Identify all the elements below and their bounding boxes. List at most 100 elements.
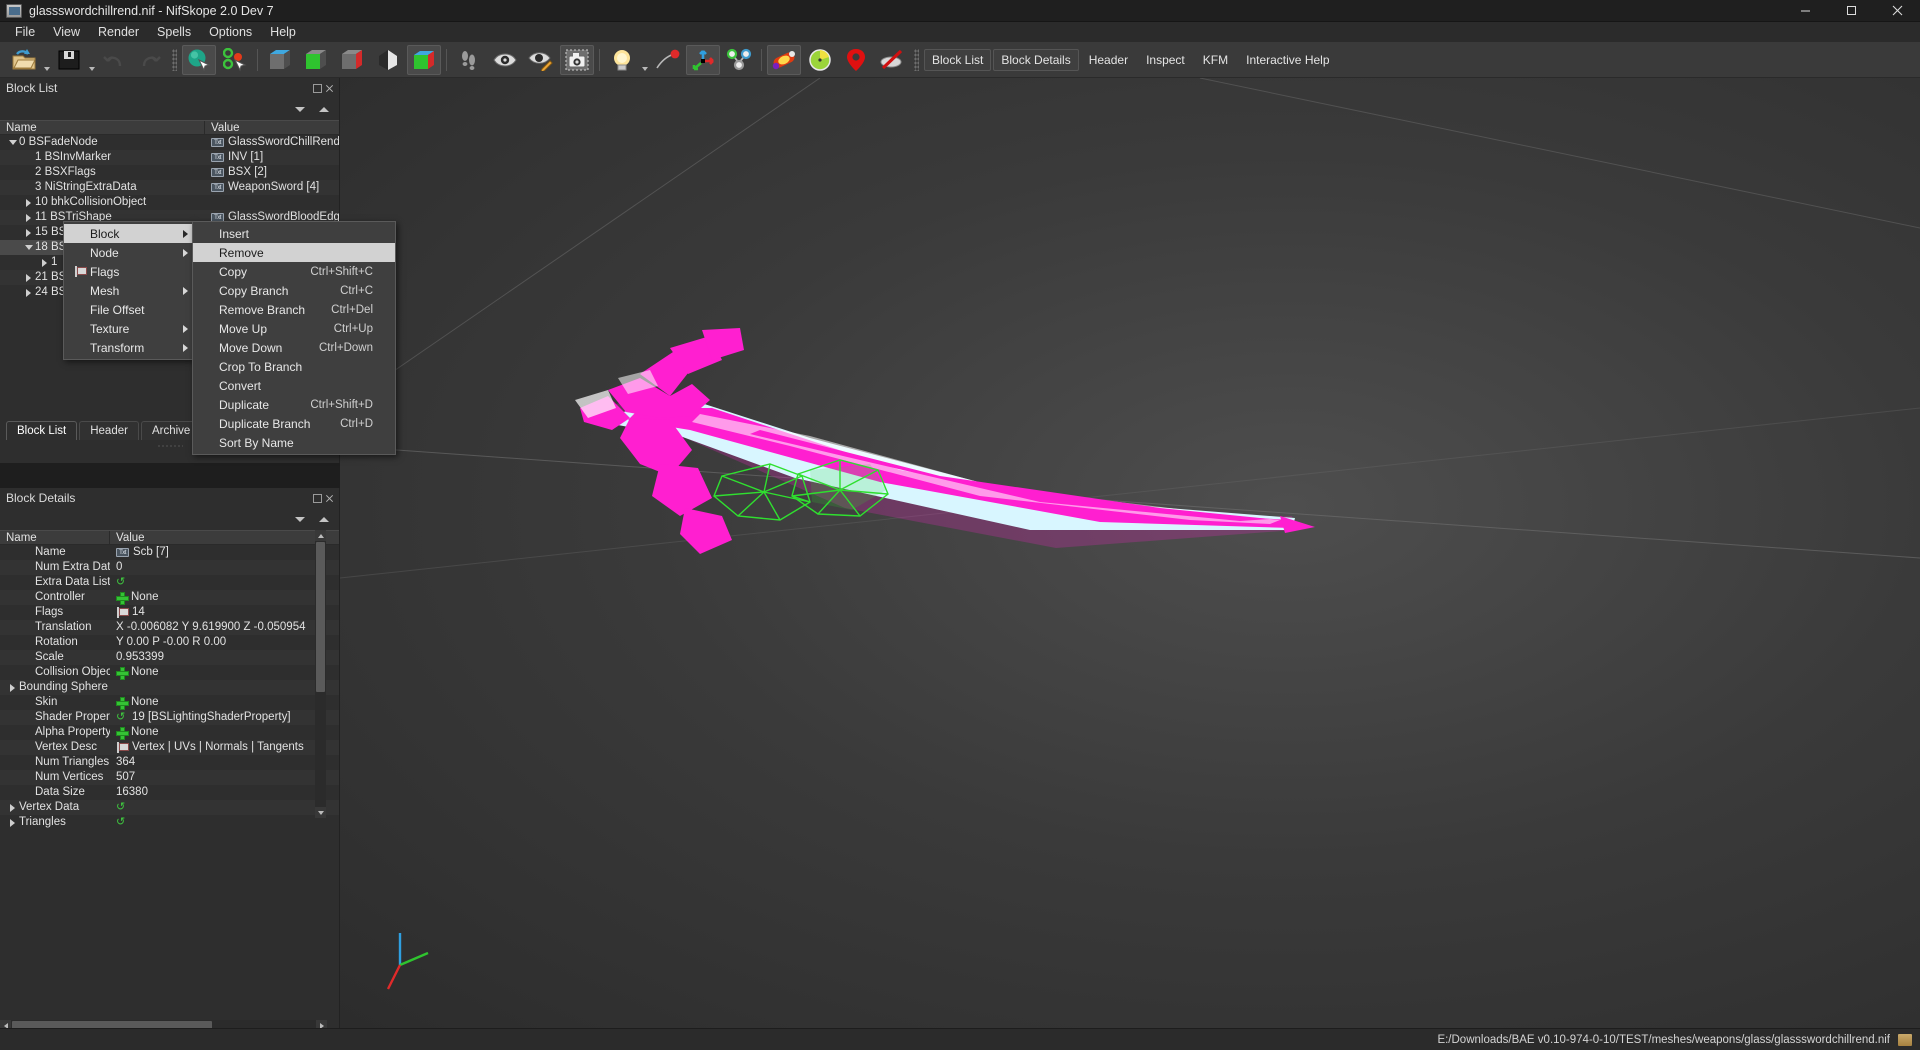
undo-icon[interactable]	[97, 45, 131, 75]
ctxsub-copy[interactable]: Copy Ctrl+Shift+C	[193, 262, 395, 281]
ctxsub-copy-branch[interactable]: Copy Branch Ctrl+C	[193, 281, 395, 300]
block-details-row[interactable]: Extra Data List ↺	[0, 575, 339, 590]
nodes-icon[interactable]	[722, 45, 756, 75]
view-user-icon[interactable]	[407, 44, 441, 75]
block-context-menu[interactable]: Block Node Flags Mesh File Offset Texture Tran…	[63, 221, 193, 360]
expand-toggle-icon[interactable]	[38, 258, 51, 267]
ctxsub-crop-to-branch[interactable]: Crop To Branch	[193, 357, 395, 376]
block-details-row[interactable]: Num Triangles 364	[0, 755, 339, 770]
block-details-close-icon[interactable]	[325, 494, 334, 503]
lighting-icon[interactable]	[605, 45, 639, 75]
block-details-row[interactable]: Rotation Y 0.00 P -0.00 R 0.00	[0, 635, 339, 650]
toolbar-grip-2[interactable]	[914, 48, 919, 71]
block-list-row[interactable]: 1 BSInvMarker Txt INV [1]	[0, 150, 339, 165]
block-details-row[interactable]: Collision Object None	[0, 665, 339, 680]
expand-toggle-icon[interactable]	[6, 683, 19, 692]
ctx-node[interactable]: Node	[64, 243, 192, 262]
ctx-texture[interactable]: Texture	[64, 319, 192, 338]
ctxsub-move-up[interactable]: Move Up Ctrl+Up	[193, 319, 395, 338]
expand-toggle-icon[interactable]	[22, 288, 35, 297]
select-multi-icon[interactable]	[218, 45, 252, 75]
collapse-toggle-icon[interactable]	[22, 245, 35, 250]
block-details-row[interactable]: Shader Property ↺ 19 [BSLightingShaderProp…	[0, 710, 339, 725]
collapse-all-icon[interactable]	[319, 106, 329, 112]
ctxsub-remove-branch[interactable]: Remove Branch Ctrl+Del	[193, 300, 395, 319]
toolbar-kfm-button[interactable]: KFM	[1195, 49, 1236, 71]
expand-toggle-icon[interactable]	[22, 198, 35, 207]
axes-icon[interactable]	[686, 44, 720, 75]
menu-file[interactable]: File	[6, 23, 44, 41]
block-details-row[interactable]: Flags 14	[0, 605, 339, 620]
ctxsub-duplicate[interactable]: Duplicate Ctrl+Shift+D	[193, 395, 395, 414]
collapse-toggle-icon[interactable]	[6, 140, 19, 145]
open-file-icon[interactable]	[7, 45, 41, 75]
block-details-row[interactable]: Alpha Property None	[0, 725, 339, 740]
expand-all-icon[interactable]	[295, 106, 305, 112]
expand-toggle-icon[interactable]	[22, 273, 35, 282]
menu-options[interactable]: Options	[200, 23, 261, 41]
block-details-row[interactable]: Data Size 16380	[0, 785, 339, 800]
menu-spells[interactable]: Spells	[148, 23, 200, 41]
close-button[interactable]	[1874, 0, 1920, 22]
toolbar-interactive-help-button[interactable]: Interactive Help	[1238, 49, 1337, 71]
open-file-dropdown-icon[interactable]	[42, 45, 51, 75]
color-wheel-icon[interactable]	[803, 45, 837, 75]
details-expand-all-icon[interactable]	[295, 516, 305, 522]
toolbar-block-details-button[interactable]: Block Details	[993, 48, 1079, 71]
block-details-row[interactable]: Controller None	[0, 590, 339, 605]
screenshot-icon[interactable]	[560, 44, 594, 75]
render-viewport[interactable]	[340, 78, 1920, 1028]
toolbar-inspect-button[interactable]: Inspect	[1138, 49, 1193, 71]
menu-view[interactable]: View	[44, 23, 89, 41]
block-list-col-value[interactable]: Value	[205, 121, 339, 134]
ctx-flags[interactable]: Flags	[64, 262, 192, 281]
block-details-col-name[interactable]: Name	[0, 531, 110, 544]
tab-block-list[interactable]: Block List	[6, 421, 78, 440]
menu-help[interactable]: Help	[261, 23, 305, 41]
tab-header[interactable]: Header	[79, 421, 139, 440]
highlight-icon[interactable]	[524, 45, 558, 75]
ctx-block[interactable]: Block	[64, 224, 192, 243]
block-details-tree[interactable]: Name Txt Scb [7] Num Extra Data List 0 Extra …	[0, 545, 339, 830]
block-details-row[interactable]: Skin None	[0, 695, 339, 710]
status-folder-icon[interactable]	[1898, 1033, 1912, 1046]
block-list-row[interactable]: 3 NiStringExtraData Txt WeaponSword [4]	[0, 180, 339, 195]
block-details-row[interactable]: Num Vertices 507	[0, 770, 339, 785]
ctx-file-offset[interactable]: File Offset	[64, 300, 192, 319]
block-details-row[interactable]: Vertex Data ↺	[0, 800, 339, 815]
ctxsub-remove[interactable]: Remove	[193, 243, 395, 262]
minimize-button[interactable]	[1782, 0, 1828, 22]
scroll-up-arrow-icon[interactable]	[315, 530, 326, 541]
ctxsub-sort-by-name[interactable]: Sort By Name	[193, 433, 395, 452]
block-details-row[interactable]: Bounding Sphere	[0, 680, 339, 695]
block-details-float-icon[interactable]	[313, 493, 322, 503]
details-collapse-all-icon[interactable]	[319, 516, 329, 522]
toolbar-header-button[interactable]: Header	[1081, 49, 1136, 71]
block-details-row[interactable]: Triangles ↺	[0, 815, 339, 830]
ctx-transform[interactable]: Transform	[64, 338, 192, 357]
maximize-button[interactable]	[1828, 0, 1874, 22]
expand-toggle-icon[interactable]	[22, 228, 35, 237]
ctxsub-duplicate-branch[interactable]: Duplicate Branch Ctrl+D	[193, 414, 395, 433]
view-side-icon[interactable]	[335, 45, 369, 75]
expand-toggle-icon[interactable]	[22, 213, 35, 222]
ctxsub-convert[interactable]: Convert	[193, 376, 395, 395]
block-list-float-icon[interactable]	[313, 83, 322, 93]
select-object-icon[interactable]	[182, 44, 216, 75]
save-file-dropdown-icon[interactable]	[87, 45, 96, 75]
toolbar-grip[interactable]	[172, 48, 177, 71]
ctxsub-insert[interactable]: Insert	[193, 224, 395, 243]
lighting-dropdown-icon[interactable]	[640, 45, 649, 75]
texture-icon[interactable]	[767, 44, 801, 75]
block-list-row[interactable]: 0 BSFadeNode Txt GlassSwordChillRend [0]	[0, 135, 339, 150]
block-list-row[interactable]: 10 bhkCollisionObject	[0, 195, 339, 210]
markers-icon[interactable]	[650, 45, 684, 75]
view-front-icon[interactable]	[299, 45, 333, 75]
ctxsub-move-down[interactable]: Move Down Ctrl+Down	[193, 338, 395, 357]
show-hidden-icon[interactable]	[488, 45, 522, 75]
view-flip-icon[interactable]	[371, 45, 405, 75]
block-details-row[interactable]: Scale 0.953399	[0, 650, 339, 665]
block-details-row[interactable]: Name Txt Scb [7]	[0, 545, 339, 560]
view-top-icon[interactable]	[263, 45, 297, 75]
block-details-row[interactable]: Translation X -0.006082 Y 9.619900 Z -0.0…	[0, 620, 339, 635]
